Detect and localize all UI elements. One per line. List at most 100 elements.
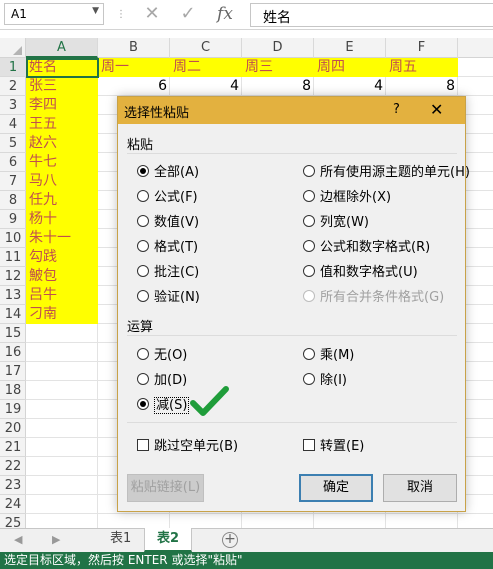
- cell-name[interactable]: 李四: [26, 96, 98, 115]
- ok-button[interactable]: 确定: [299, 474, 373, 502]
- cell-name[interactable]: 刁南: [26, 305, 98, 324]
- help-icon[interactable]: ?: [393, 102, 400, 117]
- cell-name[interactable]: 杨十: [26, 210, 98, 229]
- dialog-title-bar[interactable]: 选择性粘贴 ? ✕: [118, 97, 465, 124]
- cell-weekday[interactable]: 周五: [386, 58, 458, 77]
- row-header[interactable]: 5: [0, 134, 26, 153]
- row-header[interactable]: 13: [0, 286, 26, 305]
- radio-icon: [137, 265, 149, 277]
- name-box[interactable]: A1 ▼: [4, 3, 104, 25]
- formula-input[interactable]: 姓名: [250, 3, 493, 27]
- paste-link-button: 粘贴链接(L): [127, 474, 204, 502]
- column-header-c[interactable]: C: [170, 38, 242, 58]
- row-header[interactable]: 20: [0, 419, 26, 438]
- radio-paste-values[interactable]: 数值(V): [137, 211, 199, 230]
- divider: [127, 422, 457, 423]
- cell-weekday[interactable]: 周二: [170, 58, 242, 77]
- row-header[interactable]: 23: [0, 476, 26, 495]
- row-header[interactable]: 15: [0, 324, 26, 343]
- drag-handle-icon[interactable]: ⋮: [116, 9, 126, 20]
- row-header[interactable]: 19: [0, 400, 26, 419]
- column-header-e[interactable]: E: [314, 38, 386, 58]
- row-header[interactable]: 2: [0, 77, 26, 96]
- radio-operation-subtract[interactable]: 减(S): [137, 394, 190, 414]
- radio-paste-formulas[interactable]: 公式(F): [137, 186, 198, 205]
- row-header[interactable]: 17: [0, 362, 26, 381]
- radio-paste-comments[interactable]: 批注(C): [137, 261, 199, 280]
- chevron-down-icon[interactable]: ▼: [92, 6, 99, 16]
- chevron-right-icon[interactable]: ▶: [52, 533, 60, 546]
- option-label: 边框除外(X): [320, 190, 392, 205]
- cell-value[interactable]: 8: [386, 77, 458, 96]
- radio-paste-column-widths[interactable]: 列宽(W): [303, 211, 369, 230]
- row-header[interactable]: 4: [0, 115, 26, 134]
- cell-weekday[interactable]: 周三: [242, 58, 314, 77]
- chevron-left-icon[interactable]: ◀: [14, 533, 22, 546]
- row-header[interactable]: 14: [0, 305, 26, 324]
- cancel-icon[interactable]: ✕: [140, 3, 164, 25]
- select-all-corner[interactable]: [0, 38, 26, 58]
- row-header[interactable]: 22: [0, 457, 26, 476]
- row-header[interactable]: 11: [0, 248, 26, 267]
- row-header[interactable]: 9: [0, 210, 26, 229]
- checkbox-skip-blanks[interactable]: 跳过空单元(B): [137, 435, 238, 454]
- radio-paste-merging-conditional-formats: 所有合并条件格式(G): [303, 286, 444, 305]
- cell-name[interactable]: 勾践: [26, 248, 98, 267]
- cell-name[interactable]: 赵六: [26, 134, 98, 153]
- row-header[interactable]: 16: [0, 343, 26, 362]
- cell-name[interactable]: 王五: [26, 115, 98, 134]
- add-sheet-icon[interactable]: +: [222, 532, 238, 548]
- divider: [127, 335, 457, 336]
- row-header[interactable]: 8: [0, 191, 26, 210]
- cell-name[interactable]: 朱十一: [26, 229, 98, 248]
- cancel-button[interactable]: 取消: [383, 474, 457, 502]
- sheet-tab-2[interactable]: 表2: [144, 528, 193, 552]
- option-label: 验证(N): [154, 290, 200, 305]
- cell-name[interactable]: 马八: [26, 172, 98, 191]
- cell-value[interactable]: 6: [98, 77, 170, 96]
- radio-operation-add[interactable]: 加(D): [137, 369, 187, 388]
- checkbox-transpose[interactable]: 转置(E): [303, 435, 364, 454]
- insert-function-icon[interactable]: fx: [213, 3, 237, 25]
- radio-operation-none[interactable]: 无(O): [137, 344, 187, 363]
- cell-value[interactable]: 4: [170, 77, 242, 96]
- radio-icon: [303, 190, 315, 202]
- radio-operation-divide[interactable]: 除(I): [303, 369, 347, 388]
- row-header[interactable]: 10: [0, 229, 26, 248]
- row-header[interactable]: 12: [0, 267, 26, 286]
- radio-paste-validation[interactable]: 验证(N): [137, 286, 200, 305]
- option-label: 全部(A): [154, 165, 200, 180]
- column-header-d[interactable]: D: [242, 38, 314, 58]
- radio-paste-except-borders[interactable]: 边框除外(X): [303, 186, 391, 205]
- row-header[interactable]: 3: [0, 96, 26, 115]
- row-header[interactable]: 24: [0, 495, 26, 514]
- row-header[interactable]: 21: [0, 438, 26, 457]
- radio-paste-source-theme[interactable]: 所有使用源主题的单元(H): [303, 161, 470, 180]
- column-header-f[interactable]: F: [386, 38, 458, 58]
- row-header[interactable]: 7: [0, 172, 26, 191]
- cell-weekday[interactable]: 周四: [314, 58, 386, 77]
- cell-value[interactable]: 8: [242, 77, 314, 96]
- enter-icon[interactable]: ✓: [176, 3, 200, 25]
- row-header[interactable]: 1: [0, 58, 26, 77]
- cell-name[interactable]: 鮍包: [26, 267, 98, 286]
- close-icon[interactable]: ✕: [430, 100, 443, 119]
- radio-paste-formats[interactable]: 格式(T): [137, 236, 198, 255]
- row-header[interactable]: 18: [0, 381, 26, 400]
- cell-name[interactable]: 牛七: [26, 153, 98, 172]
- column-header-b[interactable]: B: [98, 38, 170, 58]
- cell-value[interactable]: 4: [314, 77, 386, 96]
- cell-weekday[interactable]: 周一: [98, 58, 170, 77]
- cell-name[interactable]: 任九: [26, 191, 98, 210]
- radio-paste-all[interactable]: 全部(A): [137, 161, 199, 180]
- radio-operation-multiply[interactable]: 乘(M): [303, 344, 354, 363]
- radio-paste-values-number-formats[interactable]: 值和数字格式(U): [303, 261, 418, 280]
- radio-paste-formulas-number-formats[interactable]: 公式和数字格式(R): [303, 236, 430, 255]
- sheet-tab-bar: ◀ ▶ 表1 表2 +: [0, 528, 493, 552]
- divider: [127, 153, 457, 154]
- sheet-tab-1[interactable]: 表1: [98, 528, 143, 552]
- cell-name[interactable]: 张三: [26, 77, 98, 96]
- column-header-a[interactable]: A: [26, 38, 98, 58]
- cell-name[interactable]: 吕牛: [26, 286, 98, 305]
- row-header[interactable]: 6: [0, 153, 26, 172]
